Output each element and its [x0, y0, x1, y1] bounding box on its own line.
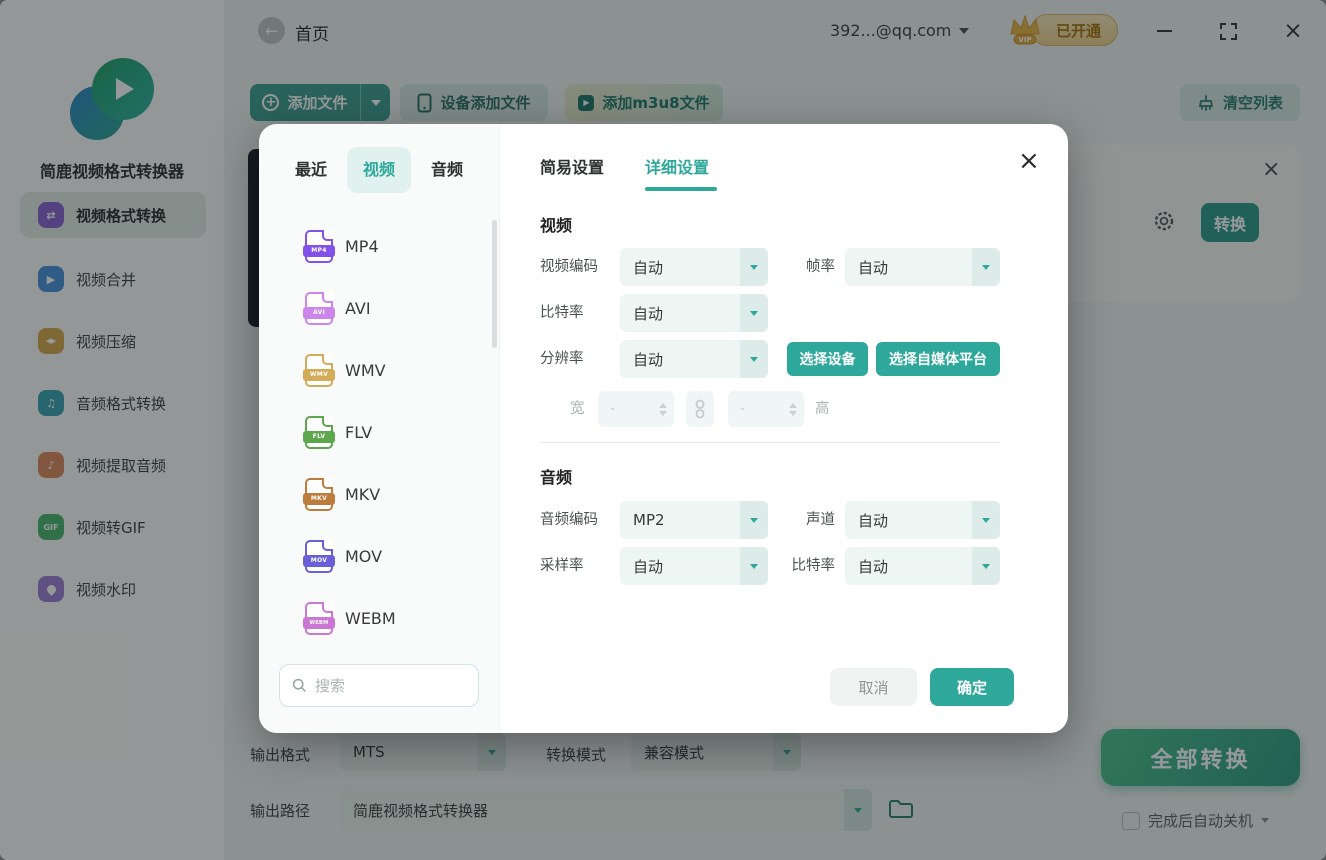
format-item-wmv[interactable]: WMV WMV: [259, 348, 500, 392]
width-label: 宽: [570, 390, 585, 428]
format-item-mov[interactable]: MOV MOV: [259, 534, 500, 578]
format-picker-panel: 最近 视频 音频 MP4 MP4 AVI AVI WMV WMV FLV FLV…: [259, 124, 500, 733]
tab-video[interactable]: 视频: [347, 147, 411, 193]
format-item-flv[interactable]: FLV FLV: [259, 410, 500, 454]
select-device-button[interactable]: 选择设备: [787, 342, 868, 376]
stepper-arrows-icon: [656, 403, 674, 416]
tab-audio[interactable]: 音频: [417, 147, 477, 193]
select-platform-button[interactable]: 选择自媒体平台: [876, 342, 1000, 376]
mkv-file-icon: MKV: [305, 478, 333, 511]
format-settings-dialog: 最近 视频 音频 MP4 MP4 AVI AVI WMV WMV FLV FLV…: [259, 124, 1068, 733]
height-label: 高: [815, 390, 830, 428]
resolution-select[interactable]: 自动: [620, 340, 768, 378]
video-bitrate-select[interactable]: 自动: [620, 294, 768, 332]
mov-file-icon: MOV: [305, 540, 333, 573]
search-placeholder: 搜索: [315, 675, 345, 696]
mp4-file-icon: MP4: [305, 230, 333, 263]
ok-button[interactable]: 确定: [930, 668, 1014, 706]
height-input[interactable]: -: [728, 391, 804, 427]
chevron-down-icon: [972, 547, 1000, 585]
channels-label: 声道: [740, 501, 835, 539]
resolution-label: 分辨率: [540, 340, 584, 378]
framerate-label: 帧率: [740, 248, 835, 286]
active-tab-indicator: [645, 187, 717, 191]
framerate-select[interactable]: 自动: [845, 248, 1000, 286]
link-dimensions-icon[interactable]: [686, 391, 714, 427]
wmv-file-icon: WMV: [305, 354, 333, 387]
chevron-down-icon: [972, 248, 1000, 286]
flv-file-icon: FLV: [305, 416, 333, 449]
audio-section-title: 音频: [540, 464, 572, 488]
format-item-mkv[interactable]: MKV MKV: [259, 472, 500, 516]
format-item-avi[interactable]: AVI AVI: [259, 286, 500, 330]
avi-file-icon: AVI: [305, 292, 333, 325]
close-dialog-icon[interactable]: ×: [1018, 148, 1040, 174]
width-input[interactable]: -: [598, 391, 674, 427]
video-codec-label: 视频编码: [540, 248, 598, 286]
samplerate-label: 采样率: [540, 547, 584, 585]
audio-bitrate-select[interactable]: 自动: [845, 547, 1000, 585]
format-list-scrollbar[interactable]: [492, 220, 497, 348]
audio-bitrate-label: 比特率: [740, 547, 835, 585]
search-icon: [292, 678, 307, 693]
video-bitrate-label: 比特率: [540, 294, 584, 332]
tab-recent[interactable]: 最近: [281, 147, 341, 193]
format-item-mp4[interactable]: MP4 MP4: [259, 224, 500, 268]
chevron-down-icon: [740, 294, 768, 332]
chevron-down-icon: [972, 501, 1000, 539]
format-item-webm[interactable]: WEBM WEBM: [259, 596, 500, 640]
cancel-button[interactable]: 取消: [830, 668, 917, 706]
tab-simple-settings[interactable]: 简易设置: [540, 154, 604, 178]
chevron-down-icon: [740, 340, 768, 378]
settings-panel: 简易设置 详细设置 × 视频 视频编码 自动 帧率 自动 比特率 自动 分辨率: [500, 124, 1068, 733]
app-window: 简鹿视频格式转换器 ⇄ 视频格式转换 ▶ 视频合并 ◀▶ 视频压缩 ♫ 音频格式…: [0, 0, 1326, 860]
webm-file-icon: WEBM: [305, 602, 333, 635]
channels-select[interactable]: 自动: [845, 501, 1000, 539]
format-search-input[interactable]: 搜索: [279, 664, 479, 707]
audio-codec-label: 音频编码: [540, 501, 598, 539]
stepper-arrows-icon: [786, 403, 804, 416]
tab-detailed-settings[interactable]: 详细设置: [645, 154, 709, 178]
section-divider: [540, 442, 1000, 443]
video-section-title: 视频: [540, 212, 572, 236]
